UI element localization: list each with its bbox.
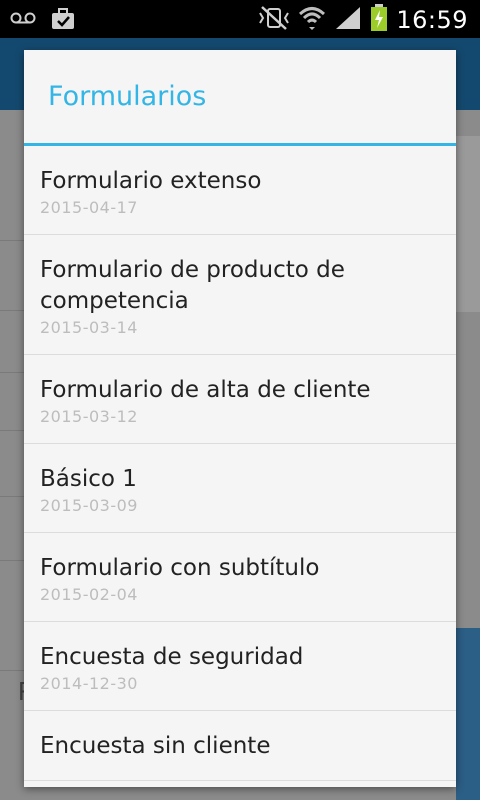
item-title: Básico 1 (40, 466, 137, 492)
battery-charging-icon (370, 4, 388, 36)
item-title: Formulario de alta de cliente (40, 377, 371, 403)
list-item[interactable]: Encuesta de seguridad 2014-12-30 (24, 622, 456, 711)
briefcase-icon (50, 7, 76, 35)
item-title: Encuesta de seguridad (40, 644, 304, 670)
list-item[interactable]: Formulario con subtítulo 2015-02-04 (24, 533, 456, 622)
item-date: 2015-03-09 (40, 496, 138, 515)
background-card (453, 136, 480, 312)
vibrate-off-icon (258, 5, 290, 35)
background-illustration (456, 628, 480, 800)
signal-icon (334, 5, 362, 35)
item-date: 2015-02-04 (40, 585, 138, 604)
item-date: 2015-03-12 (40, 407, 138, 426)
item-title: Formulario de producto de competencia (40, 257, 345, 314)
item-title: Encuesta sin cliente (40, 733, 271, 759)
item-date: 2015-03-14 (40, 318, 138, 337)
forms-list: Formulario extenso 2015-04-17 Formulario… (24, 146, 456, 781)
list-item[interactable]: Formulario extenso 2015-04-17 (24, 146, 456, 235)
item-title: Formulario extenso (40, 168, 262, 194)
wifi-icon (298, 5, 326, 35)
item-title: Formulario con subtítulo (40, 555, 320, 581)
list-item[interactable]: Encuesta sin cliente (24, 711, 456, 781)
list-item[interactable]: Básico 1 2015-03-09 (24, 444, 456, 533)
status-bar: 16:59 (0, 0, 480, 38)
clock: 16:59 (396, 6, 468, 34)
voicemail-icon (10, 7, 36, 35)
list-item[interactable]: Formulario de producto de competencia 20… (24, 235, 456, 355)
item-date: 2014-12-30 (40, 674, 138, 693)
list-item[interactable]: Formulario de alta de cliente 2015-03-12 (24, 355, 456, 444)
forms-dialog: Formularios Formulario extenso 2015-04-1… (24, 50, 456, 787)
dialog-title: Formularios (24, 50, 456, 146)
item-date: 2015-04-17 (40, 198, 138, 217)
